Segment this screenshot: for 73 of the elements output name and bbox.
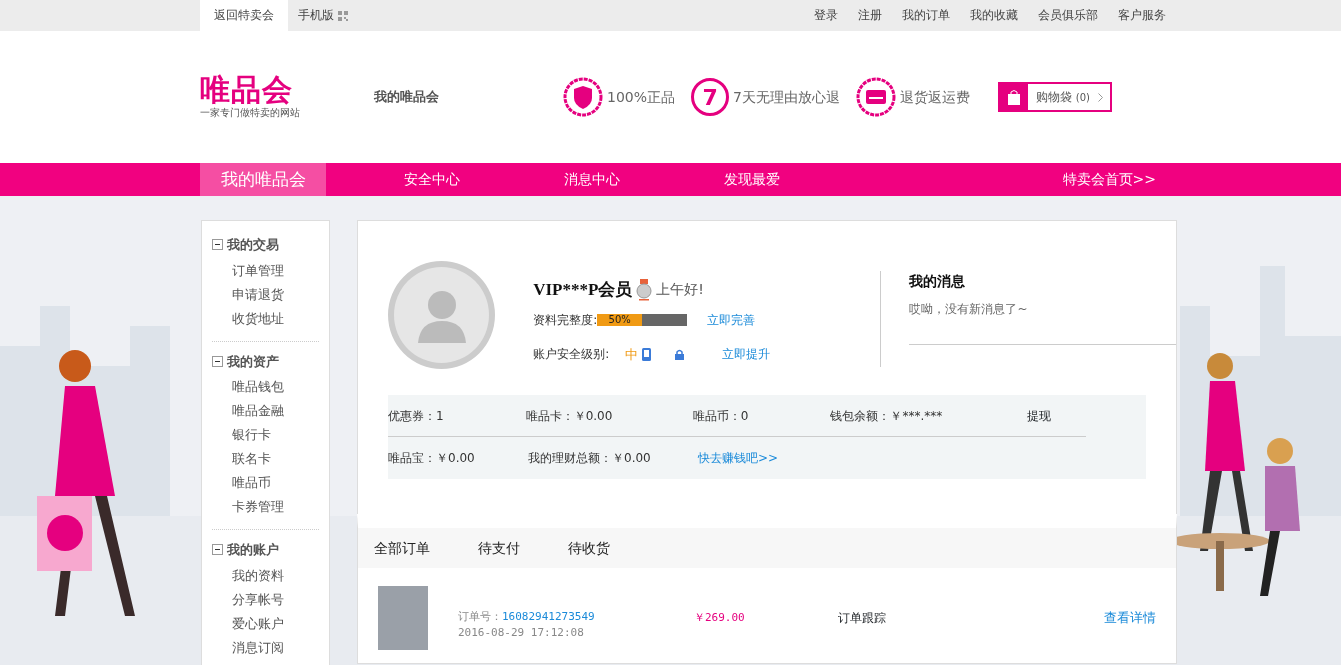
shield-icon [563,77,603,117]
sidebar-item[interactable]: 收货地址 [212,306,329,331]
sidebar-item[interactable]: 唯品金融 [212,399,329,423]
complete-link[interactable]: 立即完善 [707,310,756,329]
promise-text: 7天无理由放心退 [733,87,840,107]
order-number-link[interactable]: 16082941273549 [502,609,595,623]
order-number: 订单号：16082941273549 [458,608,596,625]
collapse-toggle-icon[interactable] [212,544,223,556]
sidebar-item[interactable]: 分享帐号 [212,587,329,612]
asset-value: 唯品币：0 [692,407,750,425]
medal-icon [636,278,653,301]
topbar-link[interactable]: 我的收藏 [960,0,1028,31]
topbar-link[interactable]: 客户服务 [1108,0,1176,31]
asset-value: 钱包余额：￥***.*** [830,407,944,425]
track-link[interactable]: 订单跟踪 [838,609,886,627]
topbar-link[interactable]: 注册 [848,0,892,31]
progress-fill: 50% [597,313,643,326]
asset-value: 优惠券：1 [388,407,445,425]
sidebar-item[interactable]: 唯品钱包 [212,375,329,399]
asset-value: 唯品宝：￥0.00 [388,450,476,467]
promise-text: 100%正品 [607,87,676,107]
phone-icon [642,345,652,364]
field-label: 账户安全级别: [533,346,610,364]
bag-icon [1007,89,1020,105]
sidebar-heading: 我的资产 [227,352,279,371]
sidebar-item[interactable]: 卡券管理 [212,495,329,519]
sidebar-heading: 我的账户 [227,541,279,559]
sidebar-item[interactable]: 联名卡 [212,447,329,471]
order-tab[interactable]: 全部订单 [374,537,430,559]
order-tab[interactable]: 待支付 [478,537,520,559]
product-photo-placeholder [378,586,428,650]
cart-button[interactable]: 购物袋 (0) [997,82,1112,112]
topbar-link[interactable]: 返回特卖会 [200,0,288,31]
collapse-toggle-icon[interactable] [212,239,223,251]
chevron-icon [1097,92,1103,102]
card-icon [855,77,896,117]
field-label: 资料完整度: [533,311,598,329]
asset-value: 唯品卡：￥0.00 [525,407,614,425]
detail-link[interactable]: 查看详情 [1104,608,1156,628]
asset-link[interactable]: 提现 [1027,406,1086,425]
sidebar-heading: 我的交易 [227,236,279,254]
order-price: ￥269.00 [694,609,746,626]
section-heading: 我的消息 [909,272,967,291]
sidebar-item[interactable]: 订单管理 [212,258,329,283]
order-tab[interactable]: 待收货 [568,537,610,559]
upgrade-link[interactable]: 立即提升 [722,345,771,364]
nav-tab[interactable]: 发现最爱 [724,163,780,196]
sidebar-item[interactable]: 申请退货 [212,282,329,307]
sidebar-item[interactable]: 爱心账户 [212,611,329,636]
topbar-link[interactable]: 会员俱乐部 [1028,0,1108,31]
nav-tab[interactable]: 消息中心 [564,163,620,196]
sidebar-item[interactable]: 我的资料 [212,563,329,588]
logo-tagline: 一家专门做特卖的网站 [200,105,300,120]
member-name: VIP***P会员 [533,279,633,301]
page-title: 我的唯品会 [374,88,439,107]
sidebar-item[interactable]: 唯品币 [212,471,329,495]
security-rating: 中 [625,345,639,364]
nav-tab[interactable]: 安全中心 [404,163,460,196]
sidebar-item[interactable]: 银行卡 [212,423,329,447]
topbar-link[interactable]: 我的订单 [892,0,960,31]
empty-message-text: 哎呦，没有新消息了~ [909,301,1029,318]
number-badge: 7 [691,78,730,116]
topbar-link[interactable]: 登录 [804,0,848,31]
order-time: 2016-08-29 17:12:08 [458,625,585,641]
asset-link[interactable]: 快去赚钱吧>> [698,449,838,467]
promise-text: 退货返运费 [899,87,970,107]
collapse-toggle-icon[interactable] [212,355,223,367]
logo-text: 唯品会 [200,74,294,105]
nav-link[interactable]: 特卖会首页>> [1062,163,1156,196]
asset-value: 我的理财总额：￥0.00 [528,450,652,467]
sidebar-item[interactable]: 消息订阅 [212,635,329,660]
topbar-link[interactable]: 手机版 [288,0,358,31]
greeting-text: 上午好! [656,280,704,300]
